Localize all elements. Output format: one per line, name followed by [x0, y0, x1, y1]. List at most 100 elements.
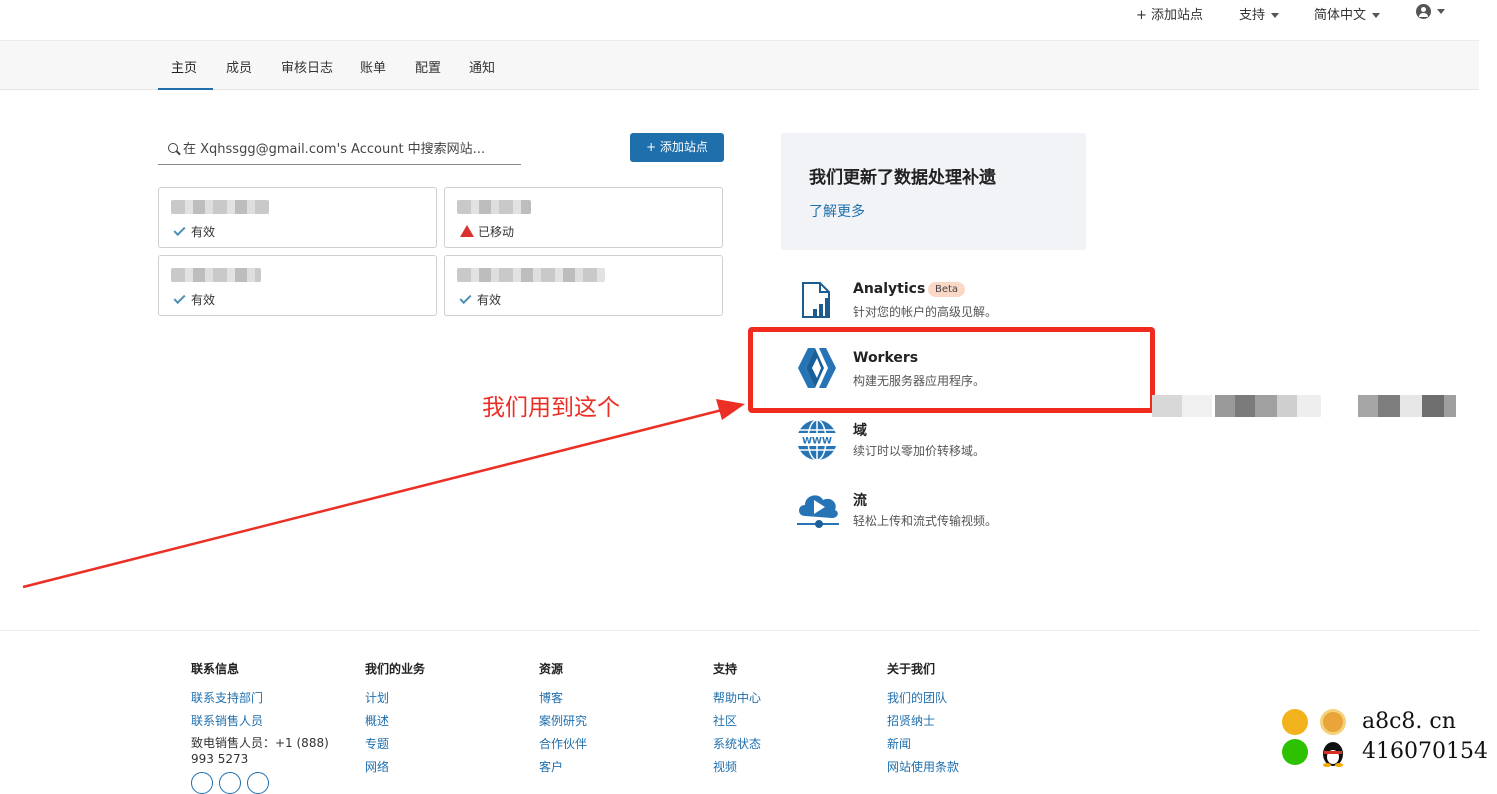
site-status: 有效: [173, 223, 216, 240]
add-site-link[interactable]: + 添加站点: [1136, 4, 1203, 23]
footer-heading: 资源: [539, 662, 564, 676]
language-menu[interactable]: 简体中文: [1314, 4, 1381, 23]
globe-www-icon: WWW: [796, 419, 838, 461]
qq-penguin-icon: [1323, 742, 1343, 767]
site-name-redacted: [171, 200, 269, 214]
user-icon: [1416, 4, 1431, 19]
site-search: [158, 132, 521, 165]
product-title: 域: [853, 423, 867, 439]
site-card[interactable]: 有效: [158, 187, 437, 248]
analytics-chart-icon: [802, 282, 830, 318]
site-status-label: 有效: [191, 293, 216, 307]
footer-contact: 联系信息 联系支持部门 联系销售人员 致电销售人员：+1 (888) 993 5…: [191, 660, 351, 767]
social-icon[interactable]: [191, 772, 213, 794]
footer-heading: 我们的业务: [365, 662, 426, 676]
product-title: Analytics: [853, 281, 926, 297]
footer-link[interactable]: 联系销售人员: [191, 710, 351, 733]
product-description: 针对您的帐户的高级见解。: [853, 305, 998, 319]
site-card[interactable]: 有效: [444, 255, 723, 316]
site-status-label: 已移动: [478, 225, 515, 239]
site-name-redacted: [171, 268, 261, 282]
highlight-box: [748, 327, 1155, 413]
active-tab-indicator: [158, 88, 213, 90]
search-icon: [168, 143, 178, 153]
language-label: 简体中文: [1314, 8, 1367, 23]
product-description: 续订时以零加价转移域。: [853, 444, 986, 458]
footer-link[interactable]: 我们的团队: [887, 687, 959, 710]
check-icon: [459, 291, 472, 305]
footer-link[interactable]: 专题: [365, 733, 425, 756]
learn-more-link[interactable]: 了解更多: [809, 201, 865, 221]
tab-home[interactable]: 主页: [171, 57, 197, 76]
site-status: 已移动: [460, 223, 514, 240]
product-domains[interactable]: WWW 域 续订时以零加价转移域。: [794, 419, 1154, 476]
footer-support: 支持 帮助中心 社区 系统状态 视频: [713, 660, 761, 779]
chevron-down-icon: [1437, 9, 1445, 14]
top-bar: + 添加站点 支持 简体中文: [0, 0, 1497, 40]
footer-link[interactable]: 博客: [539, 687, 587, 710]
chevron-down-icon: [1372, 13, 1381, 18]
site-status: 有效: [459, 291, 502, 308]
product-description: 轻松上传和流式传输视频。: [853, 514, 998, 528]
check-icon: [173, 223, 186, 237]
wechat-icon: [1282, 739, 1308, 765]
footer-link[interactable]: 网络: [365, 756, 425, 779]
site-name-redacted: [457, 268, 605, 282]
add-site-button[interactable]: + 添加站点: [630, 133, 724, 162]
chevron-down-icon: [1271, 13, 1280, 18]
footer-link[interactable]: 系统状态: [713, 733, 761, 756]
site-card[interactable]: 有效: [158, 255, 437, 316]
main-nav: 主页 成员 审核日志 账单 配置 通知: [0, 40, 1479, 90]
site-status-label: 有效: [477, 293, 502, 307]
tab-audit-log[interactable]: 审核日志: [281, 57, 333, 76]
beta-badge: Beta: [928, 282, 966, 297]
footer-link[interactable]: 计划: [365, 687, 425, 710]
tab-notifications[interactable]: 通知: [469, 57, 495, 76]
account-menu[interactable]: [1416, 4, 1445, 19]
footer-heading: 联系信息: [191, 662, 240, 676]
site-card[interactable]: 已移动: [444, 187, 723, 248]
footer-link[interactable]: 新闻: [887, 733, 959, 756]
tab-billing[interactable]: 账单: [360, 57, 386, 76]
svg-text:WWW: WWW: [802, 437, 832, 447]
social-icon[interactable]: [219, 772, 241, 794]
footer-link[interactable]: 视频: [713, 756, 761, 779]
stream-cloud-play-icon: [797, 495, 839, 528]
badge-logo-icon: [1282, 709, 1308, 735]
support-menu[interactable]: 支持: [1239, 4, 1280, 23]
tab-configurations[interactable]: 配置: [415, 57, 441, 76]
watermark-site-text: a8c8. cn: [1362, 709, 1456, 734]
search-input[interactable]: [183, 138, 513, 160]
footer-heading: 支持: [713, 662, 738, 676]
footer-link[interactable]: 社区: [713, 710, 761, 733]
footer-business: 我们的业务 计划 概述 专题 网络: [365, 660, 425, 779]
footer-link[interactable]: 客户: [539, 756, 587, 779]
footer-resources: 资源 博客 案例研究 合作伙伴 客户: [539, 660, 587, 779]
footer-link[interactable]: 合作伙伴: [539, 733, 587, 756]
warning-icon: [460, 225, 474, 237]
footer-divider: [0, 630, 1479, 631]
footer-link[interactable]: 帮助中心: [713, 687, 761, 710]
footer-link[interactable]: 案例研究: [539, 710, 587, 733]
watermark-qq-text: 416070154: [1362, 739, 1488, 764]
avatar-icon: [1320, 709, 1346, 735]
footer-link[interactable]: 招贤纳士: [887, 710, 959, 733]
footer-link[interactable]: 网站使用条款: [887, 756, 959, 779]
footer-link[interactable]: 联系支持部门: [191, 687, 351, 710]
support-label: 支持: [1239, 8, 1266, 23]
product-title: 流: [853, 493, 867, 509]
site-status-label: 有效: [191, 225, 216, 239]
social-icon[interactable]: [247, 772, 269, 794]
footer-phone: 致电销售人员：+1 (888) 993 5273: [191, 736, 329, 766]
annotation-text: 我们用到这个: [482, 395, 620, 421]
check-icon: [173, 291, 186, 305]
product-stream[interactable]: 流 轻松上传和流式传输视频。: [794, 490, 1154, 546]
footer-link[interactable]: 概述: [365, 710, 425, 733]
tab-members[interactable]: 成员: [226, 57, 252, 76]
site-name-redacted: [457, 200, 531, 214]
notice-title: 我们更新了数据处理补遗: [809, 168, 996, 188]
site-status: 有效: [173, 291, 216, 308]
notice-panel: 我们更新了数据处理补遗 了解更多: [781, 133, 1086, 250]
footer-heading: 关于我们: [887, 662, 936, 676]
footer-about: 关于我们 我们的团队 招贤纳士 新闻 网站使用条款: [887, 660, 959, 779]
